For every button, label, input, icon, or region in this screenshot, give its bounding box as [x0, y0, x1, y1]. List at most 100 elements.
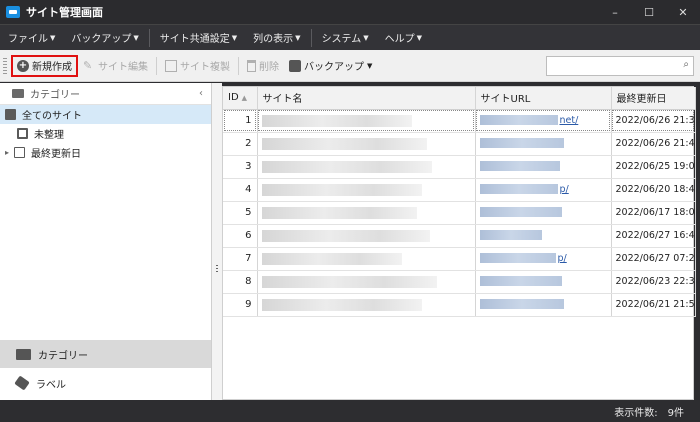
- toolbar: + 新規作成 ✎ サイト編集 サイト複製 削除 バックアップ ▼ ⌕: [0, 50, 700, 82]
- menu-system[interactable]: システム ▼: [314, 25, 377, 51]
- redacted-site-url: [479, 276, 562, 286]
- table-row[interactable]: 4 p/2022/06/20 18:47: [223, 178, 696, 202]
- redacted-site-name: [261, 206, 417, 219]
- cell-site-url[interactable]: p/: [475, 247, 612, 271]
- cell-site-name: [257, 247, 476, 271]
- table-row[interactable]: 9 2022/06/21 21:57: [223, 293, 696, 317]
- delete-button[interactable]: 削除: [242, 55, 284, 77]
- cell-site-url[interactable]: [475, 293, 612, 317]
- menu-help[interactable]: ヘルプ ▼: [377, 25, 430, 51]
- redacted-site-url: [479, 207, 562, 217]
- menu-file[interactable]: ファイル ▼: [0, 25, 63, 51]
- expand-arrow-icon[interactable]: ▸: [5, 148, 14, 157]
- cell-last-updated: 2022/06/20 18:47: [611, 178, 696, 202]
- cell-id: 6: [223, 224, 258, 248]
- folder-icon: [12, 89, 24, 98]
- caret-down-icon: ▼: [50, 33, 56, 42]
- redacted-site-name: [261, 229, 430, 242]
- close-button[interactable]: ✕: [666, 0, 700, 24]
- cell-site-name: [257, 132, 476, 156]
- status-count: 9件: [667, 407, 684, 419]
- maximize-button[interactable]: ☐: [632, 0, 666, 24]
- app-icon: [6, 6, 20, 18]
- status-label: 表示件数:: [614, 407, 658, 419]
- cell-site-url[interactable]: net/: [475, 109, 612, 133]
- edit-site-button[interactable]: ✎ サイト編集: [78, 55, 153, 77]
- menu-columns[interactable]: 列の表示 ▼: [245, 25, 308, 51]
- table-header-row: ID ▲ サイト名 サイトURL 最終更新日: [223, 87, 696, 110]
- column-header-id[interactable]: ID ▲: [223, 87, 258, 110]
- title-bar: サイト管理画面 – ☐ ✕: [0, 0, 700, 24]
- cell-site-name: [257, 155, 476, 179]
- search-input[interactable]: [547, 57, 673, 75]
- cell-last-updated: 2022/06/26 21:37: [611, 109, 696, 133]
- column-header-last-updated[interactable]: 最終更新日: [611, 87, 696, 110]
- toolbar-separator: [156, 56, 157, 75]
- cell-last-updated: 2022/06/27 16:42: [611, 224, 696, 248]
- cell-site-url[interactable]: p/: [475, 178, 612, 202]
- redacted-site-url: [479, 161, 560, 171]
- cell-id: 8: [223, 270, 258, 294]
- menu-backup[interactable]: バックアップ ▼: [63, 25, 146, 51]
- redacted-site-name: [261, 114, 412, 127]
- redacted-site-url: [479, 253, 556, 263]
- caret-down-icon: ▼: [231, 33, 238, 42]
- menu-separator: [310, 28, 312, 47]
- cell-site-url[interactable]: [475, 270, 612, 294]
- cell-id: 3: [223, 155, 258, 179]
- caret-down-icon: ▼: [295, 33, 301, 42]
- tree-item-last-updated[interactable]: ▸ 最終更新日: [0, 143, 211, 162]
- url-link-tail[interactable]: p/: [558, 253, 567, 264]
- backup-button[interactable]: バックアップ ▼: [284, 55, 377, 77]
- table-row[interactable]: 8 2022/06/23 22:34: [223, 270, 696, 294]
- cell-site-url[interactable]: [475, 155, 612, 179]
- category-section-button[interactable]: カテゴリー: [0, 340, 211, 368]
- toolbar-grip[interactable]: [3, 57, 7, 74]
- minimize-button[interactable]: –: [598, 0, 632, 24]
- cell-site-url[interactable]: [475, 224, 612, 248]
- url-link-tail[interactable]: p/: [560, 184, 569, 195]
- table-row[interactable]: 7 p/2022/06/27 07:23: [223, 247, 696, 271]
- duplicate-site-button[interactable]: サイト複製: [160, 55, 235, 77]
- redacted-site-url: [479, 299, 564, 309]
- collapse-panel-icon[interactable]: ‹: [199, 88, 203, 99]
- table-row[interactable]: 6 2022/06/27 16:42: [223, 224, 696, 248]
- cell-last-updated: 2022/06/17 18:07: [611, 201, 696, 225]
- cell-site-name: [257, 201, 476, 225]
- cell-site-name: [257, 224, 476, 248]
- cell-id: 5: [223, 201, 258, 225]
- new-site-button[interactable]: + 新規作成: [11, 54, 78, 77]
- category-header: カテゴリー ‹: [0, 83, 211, 105]
- calendar-icon: [14, 147, 25, 158]
- search-icon[interactable]: ⌕: [683, 59, 689, 70]
- cell-site-url[interactable]: [475, 132, 612, 156]
- url-link-tail[interactable]: net/: [560, 115, 579, 126]
- menu-site-settings[interactable]: サイト共通設定 ▼: [152, 25, 245, 51]
- table-row[interactable]: 1 net/2022/06/26 21:37: [223, 109, 696, 133]
- table-row[interactable]: 2 2022/06/26 21:41: [223, 132, 696, 156]
- redacted-site-name: [261, 183, 422, 196]
- redacted-site-url: [479, 184, 558, 194]
- cell-id: 7: [223, 247, 258, 271]
- panel-splitter[interactable]: [212, 83, 222, 400]
- label-section-button[interactable]: ラベル: [0, 368, 211, 398]
- tree-item-all-sites[interactable]: 全てのサイト: [0, 105, 211, 124]
- splitter-grip-icon: [216, 265, 218, 274]
- redacted-site-name: [261, 252, 402, 265]
- column-header-site-name[interactable]: サイト名: [257, 87, 476, 110]
- redacted-site-name: [261, 298, 422, 311]
- cell-site-url[interactable]: [475, 201, 612, 225]
- trash-icon: [247, 59, 256, 72]
- column-header-site-url[interactable]: サイトURL: [475, 87, 612, 110]
- table-row[interactable]: 3 2022/06/25 19:00: [223, 155, 696, 179]
- redacted-site-name: [261, 137, 427, 150]
- menu-separator: [148, 28, 150, 47]
- redacted-site-name: [261, 275, 437, 288]
- backup-icon: [289, 59, 301, 72]
- redacted-site-url: [479, 138, 564, 148]
- all-sites-icon: [5, 109, 16, 120]
- table-row[interactable]: 5 2022/06/17 18:07: [223, 201, 696, 225]
- tree-item-unsorted[interactable]: 未整理: [0, 124, 211, 143]
- cell-last-updated: 2022/06/26 21:41: [611, 132, 696, 156]
- redacted-site-url: [479, 230, 542, 240]
